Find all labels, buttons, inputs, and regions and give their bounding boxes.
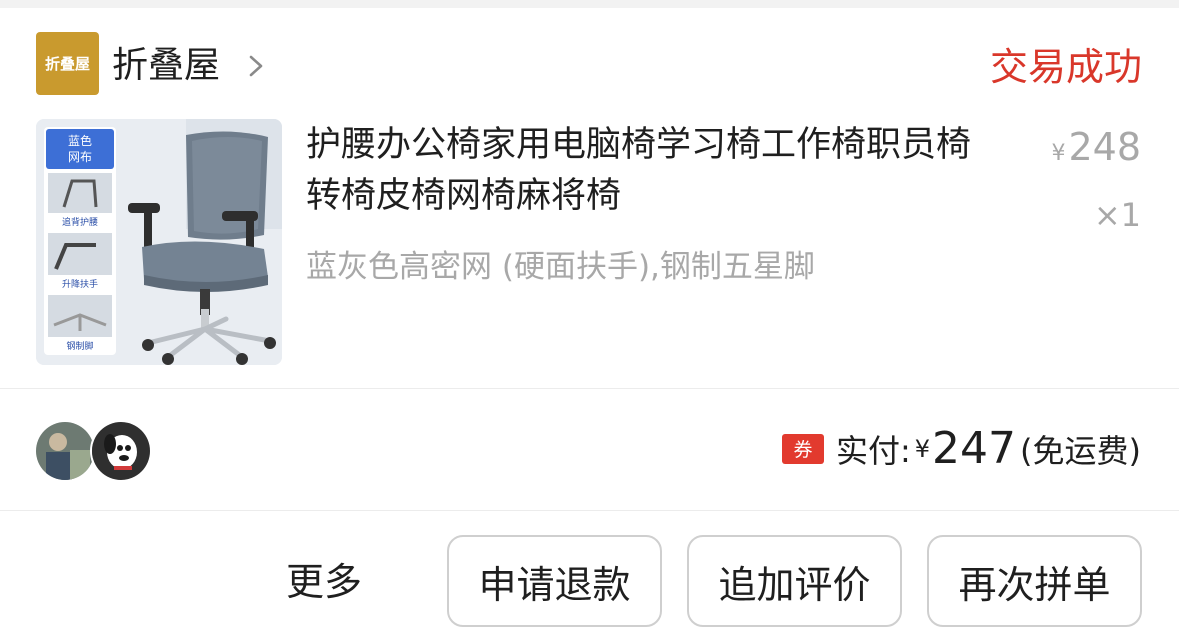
coupon-badge: 券 (781, 433, 824, 464)
office-chair-image: 蓝色 网布 追背护腰 升降扶手 钢制脚 (36, 119, 282, 365)
payment-summary: 券 实付: ¥ 247 (免运费) (781, 423, 1141, 474)
quantity: ×1 (1093, 196, 1141, 234)
reorder-button[interactable]: 再次拼单 (927, 535, 1142, 627)
unit-price: ¥248 (1051, 124, 1141, 177)
thumb-feature-2: 升降扶手 (62, 278, 98, 290)
add-review-button[interactable]: 追加评价 (687, 535, 902, 627)
unit-price-currency: ¥ (1051, 141, 1066, 166)
order-status: 交易成功 (989, 45, 1142, 89)
product-title[interactable]: 护腰办公椅家用电脑椅学习椅工作椅职员椅转椅皮椅网椅麻将椅 (306, 120, 986, 222)
unit-price-value: 248 (1068, 125, 1141, 169)
product-spec: 蓝灰色高密网 (硬面扶手),钢制五星脚 (306, 249, 815, 285)
product-thumbnail[interactable]: 蓝色 网布 追背护腰 升降扶手 钢制脚 (36, 119, 282, 365)
paid-amount: 247 (932, 423, 1017, 474)
paid-currency: ¥ (914, 434, 931, 463)
avatar[interactable] (34, 420, 96, 482)
thumb-color-tag-line2: 网布 (68, 150, 92, 164)
shop-logo-text: 折叠屋 (44, 55, 90, 73)
shop-logo[interactable]: 折叠屋 (36, 32, 99, 95)
divider (0, 510, 1179, 511)
refund-button[interactable]: 申请退款 (447, 535, 662, 627)
paid-label: 实付: (835, 431, 911, 470)
shipping-note: (免运费) (1020, 431, 1141, 470)
more-button[interactable]: 更多 (286, 556, 362, 608)
chevron-right-icon[interactable] (244, 48, 270, 84)
cartoon-dog-avatar-icon (92, 422, 150, 480)
avatar-photo-icon (36, 422, 94, 480)
thumb-feature-3: 钢制脚 (66, 340, 93, 352)
top-separator (0, 0, 1179, 8)
shop-name[interactable]: 折叠屋 (112, 41, 220, 91)
thumb-feature-1: 追背护腰 (62, 216, 98, 228)
divider (0, 388, 1179, 389)
thumb-color-tag-line1: 蓝色 (68, 134, 92, 148)
avatar[interactable] (90, 420, 152, 482)
